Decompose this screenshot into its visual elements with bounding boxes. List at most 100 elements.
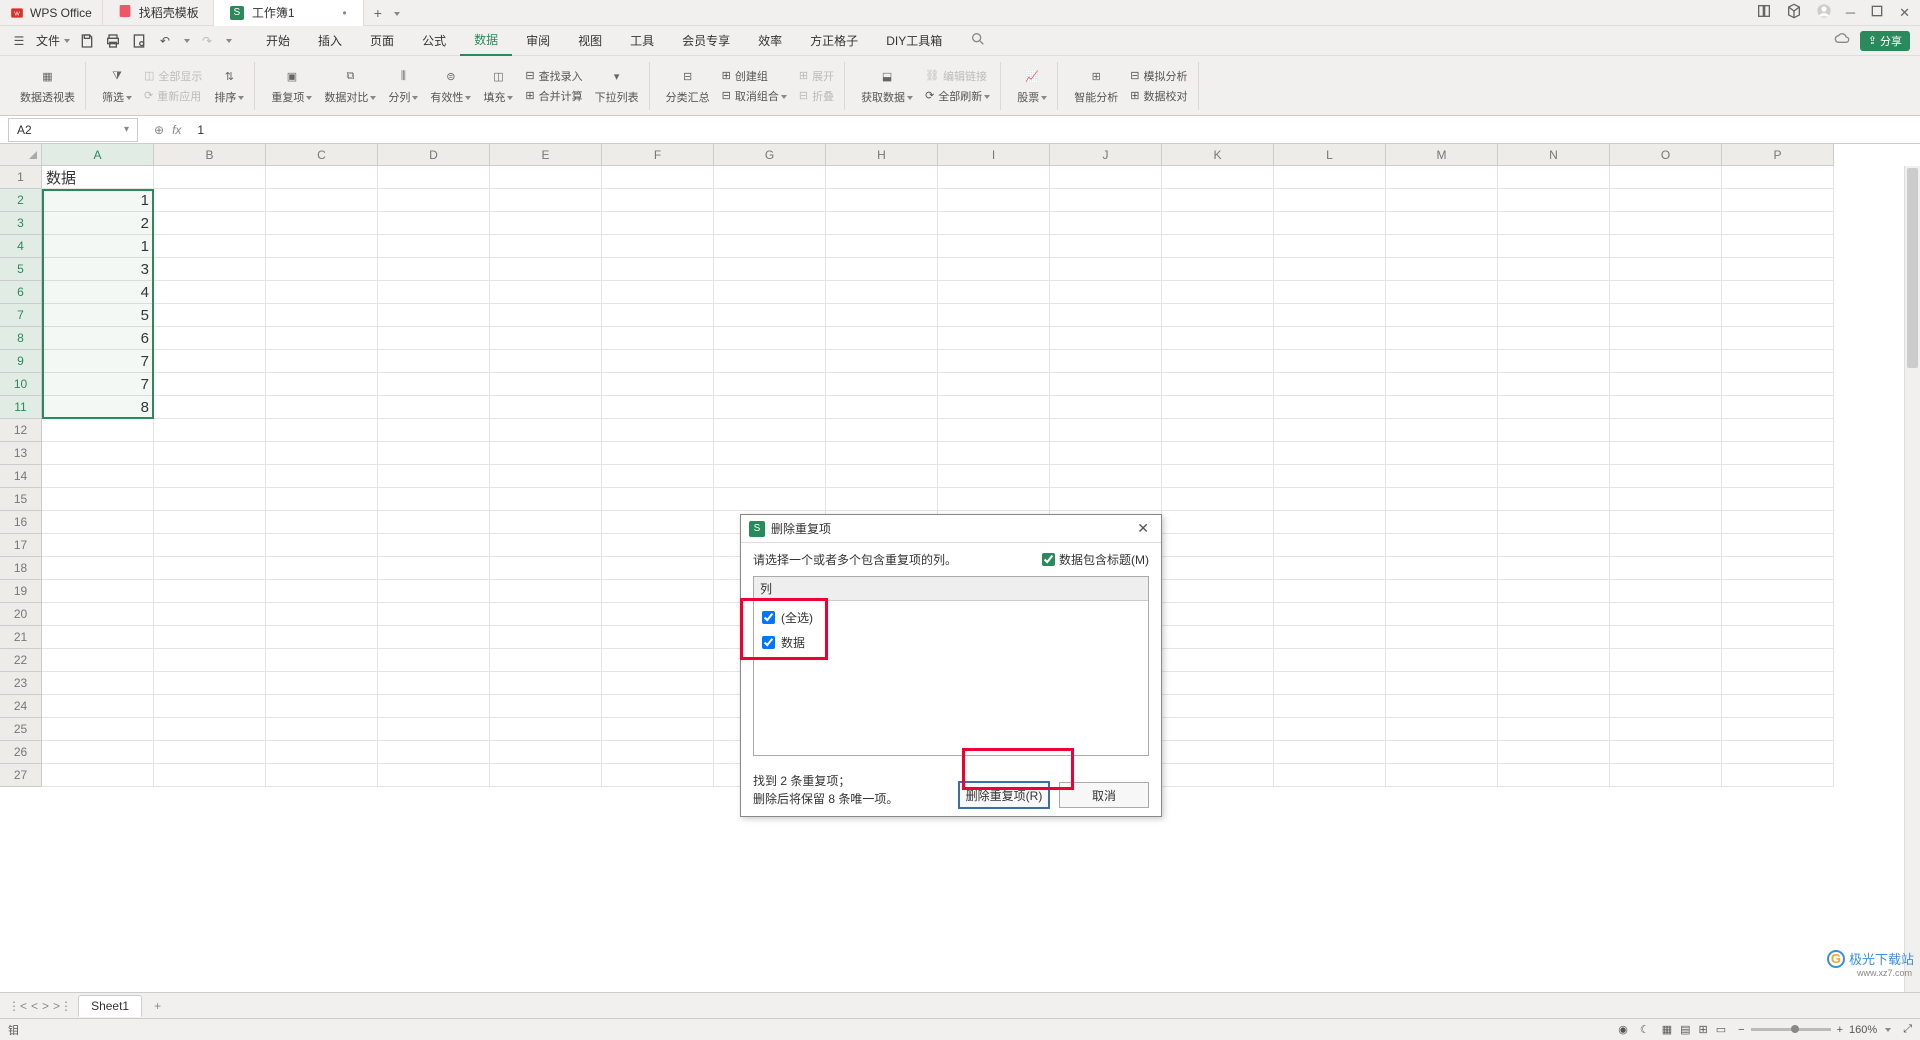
cell[interactable]: [1162, 603, 1274, 626]
cell[interactable]: [42, 442, 154, 465]
add-sheet-button[interactable]: +: [148, 999, 167, 1013]
close-button[interactable]: ✕: [1899, 5, 1910, 21]
fx-label[interactable]: fx: [172, 123, 181, 137]
cell[interactable]: [1722, 212, 1834, 235]
cell[interactable]: [154, 511, 266, 534]
cell[interactable]: [154, 557, 266, 580]
cell[interactable]: [154, 396, 266, 419]
cell[interactable]: [714, 189, 826, 212]
cell[interactable]: [154, 718, 266, 741]
consolidate-button[interactable]: ⊞合并计算: [525, 88, 582, 104]
cell[interactable]: [602, 695, 714, 718]
cell[interactable]: [1274, 396, 1386, 419]
cell[interactable]: [490, 695, 602, 718]
group-button[interactable]: ⊞创建组: [722, 68, 787, 84]
tab-page[interactable]: 页面: [356, 26, 408, 56]
cell[interactable]: [602, 465, 714, 488]
duplicates-button[interactable]: ▣重复项: [271, 67, 312, 105]
cell[interactable]: [1386, 626, 1498, 649]
row-header[interactable]: 16: [0, 511, 42, 534]
cell[interactable]: [602, 396, 714, 419]
cell[interactable]: [1722, 695, 1834, 718]
file-menu[interactable]: 文件: [36, 32, 70, 49]
cell[interactable]: [602, 166, 714, 189]
cell[interactable]: [1162, 189, 1274, 212]
cell[interactable]: [490, 396, 602, 419]
cell[interactable]: [1722, 350, 1834, 373]
cell[interactable]: [714, 488, 826, 511]
cell[interactable]: [378, 350, 490, 373]
row-header[interactable]: 6: [0, 281, 42, 304]
pivot-table-button[interactable]: ▦数据透视表: [20, 67, 75, 105]
cell[interactable]: [42, 741, 154, 764]
checkbox-input[interactable]: [1042, 553, 1055, 566]
cell[interactable]: [266, 396, 378, 419]
cell[interactable]: [1274, 373, 1386, 396]
row-header[interactable]: 11: [0, 396, 42, 419]
cell[interactable]: [826, 396, 938, 419]
cell[interactable]: [938, 350, 1050, 373]
cell[interactable]: [1386, 672, 1498, 695]
row-header[interactable]: 8: [0, 327, 42, 350]
cell[interactable]: [1274, 603, 1386, 626]
cell[interactable]: [266, 189, 378, 212]
cell[interactable]: [602, 419, 714, 442]
cell[interactable]: [266, 580, 378, 603]
new-tab-button[interactable]: +: [364, 5, 410, 21]
row-header[interactable]: 21: [0, 626, 42, 649]
cube-icon[interactable]: [1786, 3, 1802, 22]
cell[interactable]: [826, 488, 938, 511]
cell[interactable]: [1274, 488, 1386, 511]
cell[interactable]: [378, 741, 490, 764]
cell[interactable]: [1050, 258, 1162, 281]
checkbox-input[interactable]: [762, 611, 775, 624]
cell[interactable]: [1610, 189, 1722, 212]
chevron-down-icon[interactable]: [392, 5, 400, 21]
cell[interactable]: [490, 166, 602, 189]
cell[interactable]: [714, 166, 826, 189]
cell[interactable]: [826, 258, 938, 281]
cell[interactable]: [602, 373, 714, 396]
row-header[interactable]: 25: [0, 718, 42, 741]
cell[interactable]: [1162, 488, 1274, 511]
cell[interactable]: [1722, 741, 1834, 764]
row-header[interactable]: 18: [0, 557, 42, 580]
cell[interactable]: 1: [42, 189, 154, 212]
column-header[interactable]: F: [602, 144, 714, 166]
row-header[interactable]: 19: [0, 580, 42, 603]
cell[interactable]: [1722, 419, 1834, 442]
tab-member[interactable]: 会员专享: [668, 26, 744, 56]
data-compare-button[interactable]: ⧉数据对比: [324, 67, 376, 105]
cell[interactable]: [826, 235, 938, 258]
cell[interactable]: [1386, 534, 1498, 557]
cell[interactable]: [266, 695, 378, 718]
cell[interactable]: [938, 189, 1050, 212]
cell[interactable]: [266, 327, 378, 350]
cell[interactable]: [1162, 235, 1274, 258]
tab-template[interactable]: 找稻壳模板: [102, 0, 214, 26]
cell[interactable]: [1610, 350, 1722, 373]
cell[interactable]: [1162, 258, 1274, 281]
cell[interactable]: [1274, 327, 1386, 350]
moon-icon[interactable]: ☾: [1640, 1023, 1650, 1036]
column-header[interactable]: O: [1610, 144, 1722, 166]
cell[interactable]: [1386, 373, 1498, 396]
cell[interactable]: [1722, 304, 1834, 327]
zoom-slider[interactable]: [1751, 1028, 1831, 1031]
cell[interactable]: [1722, 258, 1834, 281]
cell[interactable]: [1386, 557, 1498, 580]
cell[interactable]: [42, 764, 154, 787]
cell[interactable]: 1: [42, 235, 154, 258]
cell[interactable]: [1050, 166, 1162, 189]
ungroup-button[interactable]: ⊟取消组合: [722, 88, 787, 104]
cell[interactable]: [490, 304, 602, 327]
cell[interactable]: [378, 534, 490, 557]
dialog-close-button[interactable]: ✕: [1133, 520, 1153, 537]
cell[interactable]: [154, 465, 266, 488]
tab-review[interactable]: 审阅: [512, 26, 564, 56]
cell[interactable]: [1162, 557, 1274, 580]
cell[interactable]: [266, 281, 378, 304]
cell[interactable]: [1498, 258, 1610, 281]
chevron-down-icon[interactable]: ▾: [124, 124, 129, 135]
cell[interactable]: [378, 189, 490, 212]
